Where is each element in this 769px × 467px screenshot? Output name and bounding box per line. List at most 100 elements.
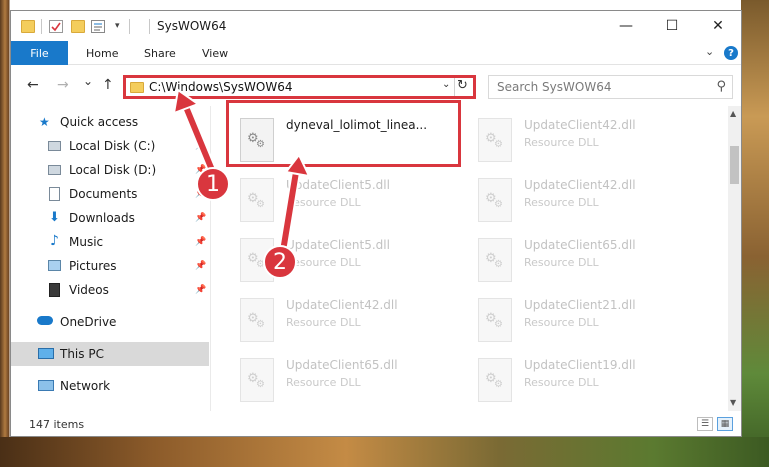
dll-file-icon: ⚙ ⚙ bbox=[478, 118, 512, 162]
sidebar-item-label: Videos bbox=[69, 283, 109, 297]
help-icon[interactable]: ? bbox=[724, 46, 738, 60]
star-icon: ★ bbox=[39, 115, 50, 129]
status-bar: 147 items ☰ ▦ bbox=[11, 414, 741, 436]
file-type: Resource DLL bbox=[286, 256, 361, 269]
close-button[interactable]: ✕ bbox=[695, 11, 741, 41]
refresh-icon[interactable]: ↻ bbox=[457, 78, 468, 93]
toolbar-divider bbox=[41, 19, 42, 34]
file-type: Resource DLL bbox=[524, 136, 599, 149]
up-button[interactable]: ↑ bbox=[102, 77, 114, 93]
window-title: SysWOW64 bbox=[157, 19, 227, 33]
pin-icon[interactable]: 📌 bbox=[195, 213, 206, 223]
pin-icon[interactable]: 📌 bbox=[195, 261, 206, 271]
tab-view[interactable]: View bbox=[202, 41, 228, 65]
file-name: UpdateClient65.dll bbox=[286, 358, 398, 372]
sidebar-item-videos[interactable]: Videos 📌 bbox=[11, 278, 209, 302]
sidebar-item-network[interactable]: Network bbox=[11, 374, 209, 398]
file-item[interactable]: ⚙ ⚙ UpdateClient19.dll Resource DLL bbox=[474, 354, 704, 409]
back-button[interactable]: ← bbox=[27, 77, 39, 93]
sidebar-item-label: Pictures bbox=[69, 259, 117, 273]
file-item[interactable]: ⚙ ⚙ UpdateClient65.dll Resource DLL bbox=[236, 354, 466, 409]
sidebar-item-this-pc[interactable]: This PC bbox=[11, 342, 209, 366]
cloud-icon bbox=[37, 316, 53, 325]
forward-button[interactable]: → bbox=[57, 77, 69, 93]
vertical-scrollbar[interactable]: ▲ ▼ bbox=[728, 106, 741, 411]
large-icons-view-icon[interactable]: ▦ bbox=[717, 417, 733, 431]
sidebar-item-label: Local Disk (C:) bbox=[69, 139, 156, 153]
dll-file-icon: ⚙ ⚙ bbox=[240, 358, 274, 402]
navigation-pane: ★ Quick access Local Disk (C:) 📌 Local D… bbox=[11, 106, 211, 411]
sidebar-item-quick-access[interactable]: ★ Quick access bbox=[11, 110, 209, 134]
sidebar-item-pictures[interactable]: Pictures 📌 bbox=[11, 254, 209, 278]
drive-icon bbox=[48, 141, 61, 151]
sidebar-item-label: Local Disk (D:) bbox=[69, 163, 157, 177]
item-count: 147 items bbox=[29, 418, 85, 431]
dll-file-icon: ⚙ ⚙ bbox=[478, 358, 512, 402]
tab-share[interactable]: Share bbox=[144, 41, 176, 65]
sidebar-item-label: Network bbox=[60, 379, 111, 393]
sidebar-item-onedrive[interactable]: OneDrive bbox=[11, 310, 209, 334]
new-folder-icon[interactable] bbox=[71, 20, 85, 33]
network-icon bbox=[38, 380, 54, 391]
recent-locations-button[interactable]: ⌄ bbox=[83, 74, 93, 88]
file-item[interactable]: ⚙ ⚙ UpdateClient42.dll Resource DLL bbox=[474, 174, 704, 229]
details-view-icon[interactable]: ☰ bbox=[697, 417, 713, 431]
address-divider bbox=[454, 78, 455, 96]
pin-icon[interactable]: 📌 bbox=[195, 285, 206, 295]
desktop-background-right bbox=[741, 0, 769, 467]
title-bar: ▾ SysWOW64 — ☐ ✕ bbox=[11, 11, 741, 41]
sidebar-item-local-disk-d[interactable]: Local Disk (D:) 📌 bbox=[11, 158, 209, 182]
sidebar-item-label: Documents bbox=[69, 187, 138, 201]
file-item[interactable]: ⚙ ⚙ UpdateClient42.dll Resource DLL bbox=[236, 294, 466, 349]
scrollbar-thumb[interactable] bbox=[730, 146, 739, 184]
pictures-icon bbox=[48, 260, 61, 271]
file-type: Resource DLL bbox=[286, 196, 361, 209]
sidebar-item-label: Quick access bbox=[60, 115, 139, 129]
tab-home[interactable]: Home bbox=[86, 41, 118, 65]
file-type: Resource DLL bbox=[524, 316, 599, 329]
minimize-button[interactable]: — bbox=[603, 11, 649, 41]
drive-icon bbox=[48, 165, 61, 175]
sidebar-item-music[interactable]: ♪ Music 📌 bbox=[11, 230, 209, 254]
pin-icon[interactable]: 📌 bbox=[195, 237, 206, 247]
address-bar[interactable]: C:\Windows\SysWOW64 ⌄ ↻ bbox=[123, 75, 476, 99]
search-input[interactable]: Search SysWOW64 ⚲ bbox=[488, 75, 733, 99]
highlight-box bbox=[226, 100, 461, 167]
file-item[interactable]: ⚙ ⚙ UpdateClient65.dll Resource DLL bbox=[474, 234, 704, 289]
sidebar-item-label: OneDrive bbox=[60, 315, 117, 329]
file-item[interactable]: ⚙ ⚙ UpdateClient5.dll Resource DLL bbox=[236, 174, 466, 229]
scroll-down-icon[interactable]: ▼ bbox=[730, 398, 736, 407]
maximize-button[interactable]: ☐ bbox=[649, 11, 695, 41]
address-path[interactable]: C:\Windows\SysWOW64 bbox=[149, 80, 293, 94]
chevron-down-icon[interactable]: ⌄ bbox=[705, 45, 714, 58]
file-item[interactable]: ⚙ ⚙ UpdateClient21.dll Resource DLL bbox=[474, 294, 704, 349]
computer-icon bbox=[38, 348, 54, 359]
sidebar-item-downloads[interactable]: ⬇ Downloads 📌 bbox=[11, 206, 209, 230]
file-name: UpdateClient42.dll bbox=[524, 118, 636, 132]
file-type: Resource DLL bbox=[524, 376, 599, 389]
file-type: Resource DLL bbox=[286, 316, 361, 329]
sidebar-item-label: This PC bbox=[60, 347, 104, 361]
file-name: UpdateClient5.dll bbox=[286, 238, 390, 252]
sidebar-item-documents[interactable]: Documents 📌 bbox=[11, 182, 209, 206]
rename-icon[interactable] bbox=[91, 20, 105, 33]
file-name: UpdateClient5.dll bbox=[286, 178, 390, 192]
dll-file-icon: ⚙ ⚙ bbox=[240, 178, 274, 222]
scroll-up-icon[interactable]: ▲ bbox=[730, 109, 736, 118]
search-icon[interactable]: ⚲ bbox=[716, 79, 726, 94]
file-type: Resource DLL bbox=[524, 256, 599, 269]
pin-icon[interactable]: 📌 bbox=[195, 141, 206, 151]
dll-file-icon: ⚙ ⚙ bbox=[478, 298, 512, 342]
chevron-down-icon[interactable]: ⌄ bbox=[442, 79, 450, 90]
toolbar-divider bbox=[129, 19, 130, 34]
customize-toolbar-icon[interactable]: ▾ bbox=[115, 21, 120, 31]
properties-icon[interactable] bbox=[49, 20, 63, 33]
documents-icon bbox=[49, 187, 60, 201]
file-item[interactable]: ⚙ ⚙ UpdateClient42.dll Resource DLL bbox=[474, 114, 704, 169]
tab-file[interactable]: File bbox=[11, 41, 68, 65]
file-type: Resource DLL bbox=[286, 376, 361, 389]
folder-icon bbox=[130, 82, 144, 93]
dll-file-icon: ⚙ ⚙ bbox=[240, 298, 274, 342]
file-name: UpdateClient19.dll bbox=[524, 358, 636, 372]
sidebar-item-local-disk-c[interactable]: Local Disk (C:) 📌 bbox=[11, 134, 209, 158]
